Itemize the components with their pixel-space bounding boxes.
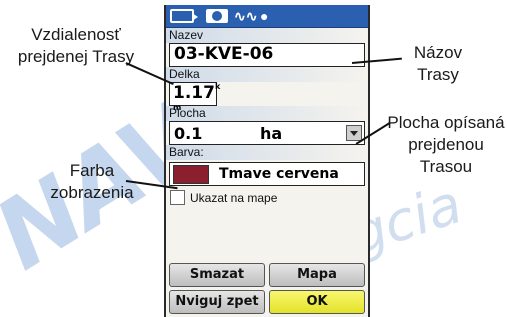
annotation-area-line3: Trasou — [419, 157, 473, 176]
track-name-field[interactable]: 03-KVE-06 — [169, 43, 365, 67]
area-field[interactable]: 0.1 ha — [169, 121, 365, 145]
map-button[interactable]: Mapa — [269, 263, 365, 287]
show-on-map-row[interactable]: Ukazat na mape — [170, 190, 364, 205]
show-on-map-checkbox[interactable] — [170, 190, 185, 205]
area-value: 0.1 — [174, 123, 203, 143]
show-on-map-label: Ukazat na mape — [190, 190, 278, 205]
status-icon-bar: ∿∿ ● — [166, 5, 368, 28]
annotation-area-line1: Plocha opísaná — [387, 113, 505, 132]
area-label: Plocha — [166, 106, 368, 121]
area-unit: ha — [260, 123, 283, 143]
navigate-back-button[interactable]: Nviguj zpet — [169, 290, 265, 314]
color-swatch — [173, 164, 209, 184]
gps-screen: ∿∿ ● Nazev 03-KVE-06 Delka 1.17km Plocha… — [164, 5, 370, 317]
annotation-name-line2: Trasy — [417, 65, 459, 84]
annotation-name-line1: Názov — [413, 43, 463, 62]
track-length-value: 1.17 — [173, 83, 215, 103]
chevron-down-icon[interactable] — [346, 125, 362, 141]
annotation-name: Názov Trasy — [398, 42, 478, 86]
annotation-color: Farba zobrazenia — [40, 160, 144, 204]
annotation-distance: Vzdialenosť prejdenej Trasy — [6, 24, 146, 68]
color-label: Barva: — [166, 145, 368, 160]
annotation-color-line2: zobrazenia — [50, 183, 134, 202]
name-label: Nazev — [166, 28, 368, 43]
annotation-area: Plocha opísaná prejdenou Trasou — [385, 112, 507, 178]
wave-icon: ∿∿ — [234, 8, 258, 24]
track-icon — [170, 9, 198, 23]
satellite-icon — [206, 9, 228, 23]
annotation-distance-line2: prejdenej Trasy — [17, 47, 135, 66]
annotation-color-line1: Farba — [69, 161, 115, 180]
track-length-field: 1.17km — [169, 82, 220, 112]
annotation-distance-line1: Vzdialenosť — [31, 25, 121, 44]
color-select[interactable]: Tmave cervena — [169, 162, 365, 186]
color-name: Tmave cervena — [219, 166, 339, 182]
delete-button[interactable]: Smazat — [169, 263, 265, 287]
length-label: Delka — [166, 67, 368, 82]
ok-button[interactable]: OK — [269, 290, 365, 314]
annotation-area-line2: prejdenou — [408, 135, 484, 154]
bulb-icon: ● — [260, 8, 269, 24]
